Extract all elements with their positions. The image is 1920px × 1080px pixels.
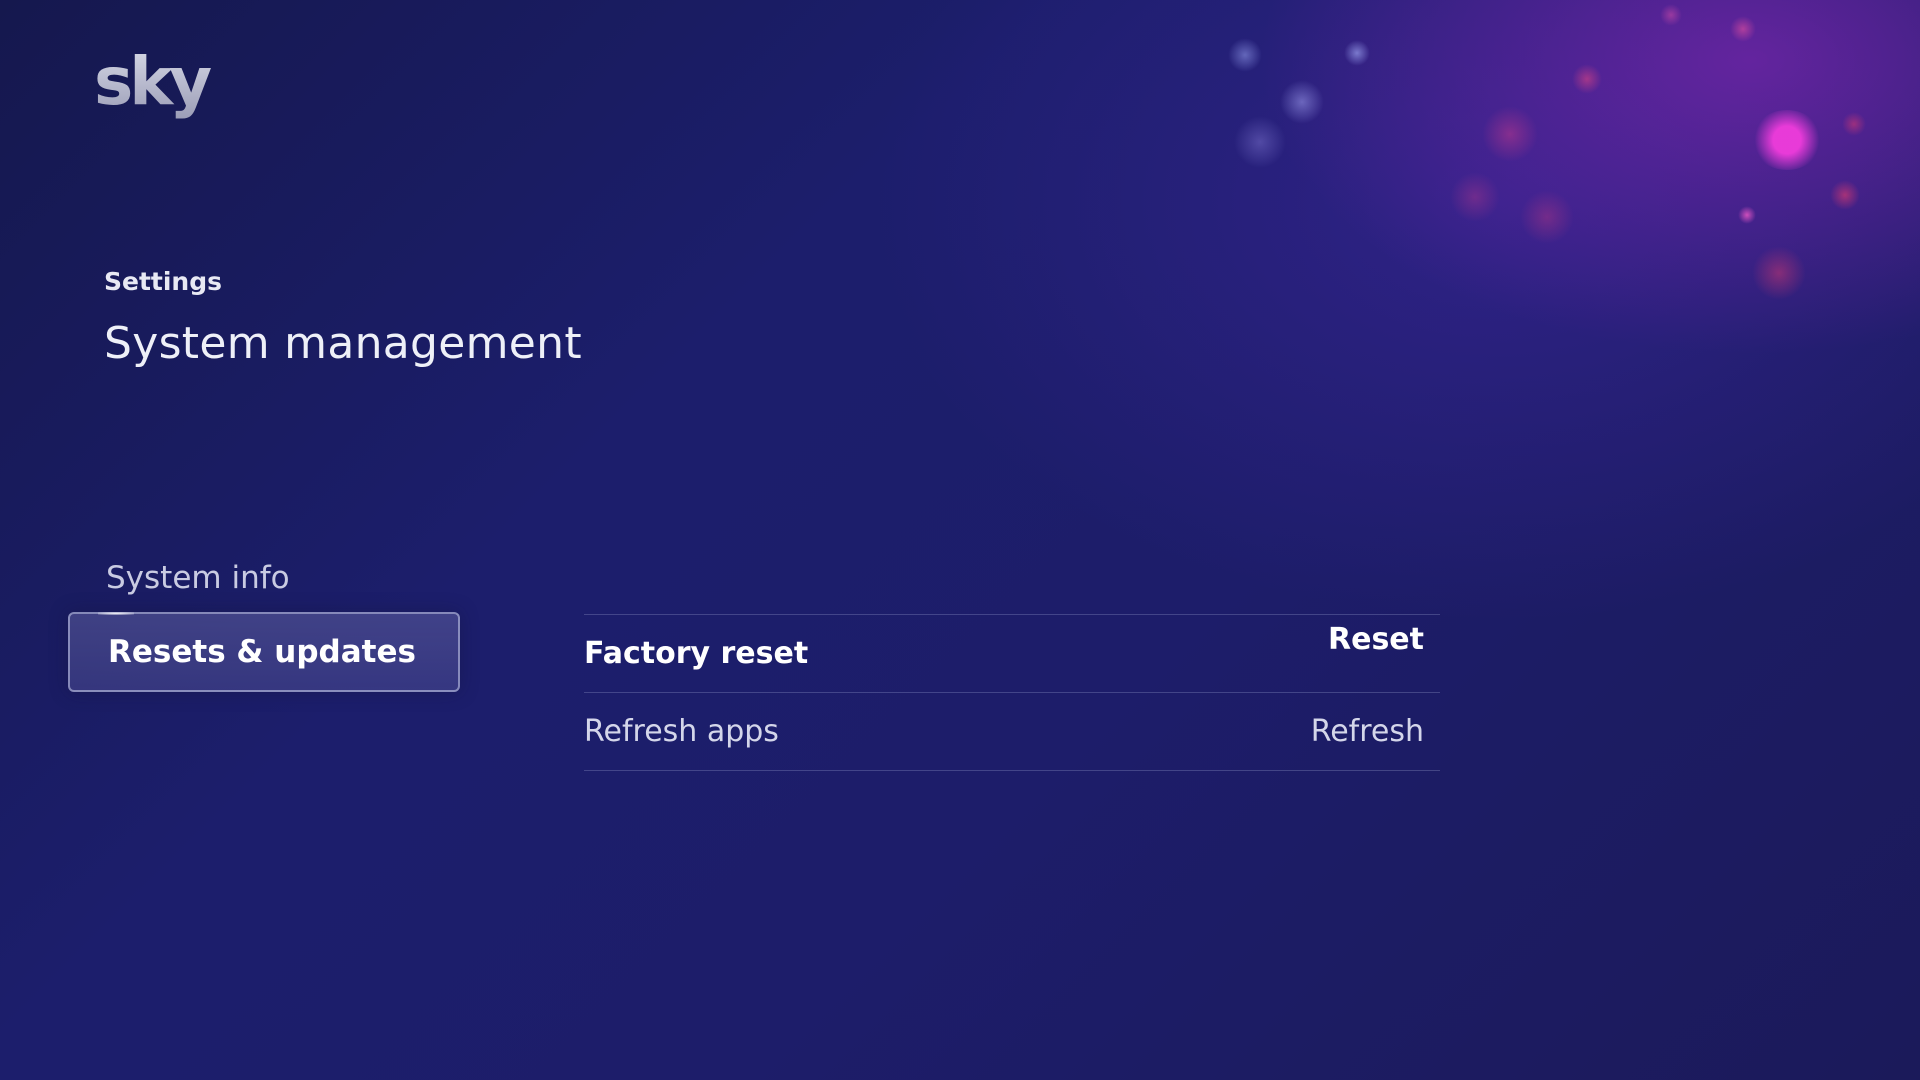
option-row-factory-reset[interactable]: Factory reset Reset <box>584 615 1440 693</box>
nav-item-label: System info <box>106 560 290 596</box>
bokeh-particle <box>1520 190 1574 244</box>
bokeh-particle <box>1660 4 1682 26</box>
sky-logo: sky <box>94 42 215 132</box>
option-label: Refresh apps <box>584 714 779 749</box>
nav-item-resets-updates[interactable]: Resets & updates <box>68 612 460 692</box>
option-row-refresh-apps[interactable]: Refresh apps Refresh <box>584 693 1440 771</box>
bokeh-particle <box>1450 172 1500 222</box>
bokeh-particle <box>1842 112 1866 136</box>
options-list: Factory reset Reset Refresh apps Refresh <box>584 614 1440 771</box>
reset-button[interactable]: Reset <box>1328 622 1424 657</box>
page-title: System management <box>104 318 582 369</box>
nav-item-label: Resets & updates <box>108 634 416 670</box>
bokeh-particle <box>1228 38 1262 72</box>
bokeh-particle <box>1830 180 1860 210</box>
sky-logo-icon: sky <box>94 43 215 120</box>
svg-text:sky: sky <box>94 43 211 120</box>
refresh-button[interactable]: Refresh <box>1311 714 1424 749</box>
bokeh-particle <box>1738 206 1756 224</box>
bokeh-particle <box>1730 16 1756 42</box>
option-label: Factory reset <box>584 636 809 671</box>
bokeh-particle <box>1482 106 1538 162</box>
bokeh-particle <box>1280 80 1324 124</box>
bokeh-particle <box>1344 40 1370 66</box>
bokeh-particle <box>1752 246 1806 300</box>
focus-glint <box>98 612 134 615</box>
breadcrumb: Settings <box>104 267 223 296</box>
bokeh-particle <box>1572 64 1602 94</box>
bokeh-particle <box>1752 110 1822 170</box>
bokeh-particle <box>1234 116 1286 168</box>
nav-item-system-info[interactable]: System info <box>68 538 460 618</box>
